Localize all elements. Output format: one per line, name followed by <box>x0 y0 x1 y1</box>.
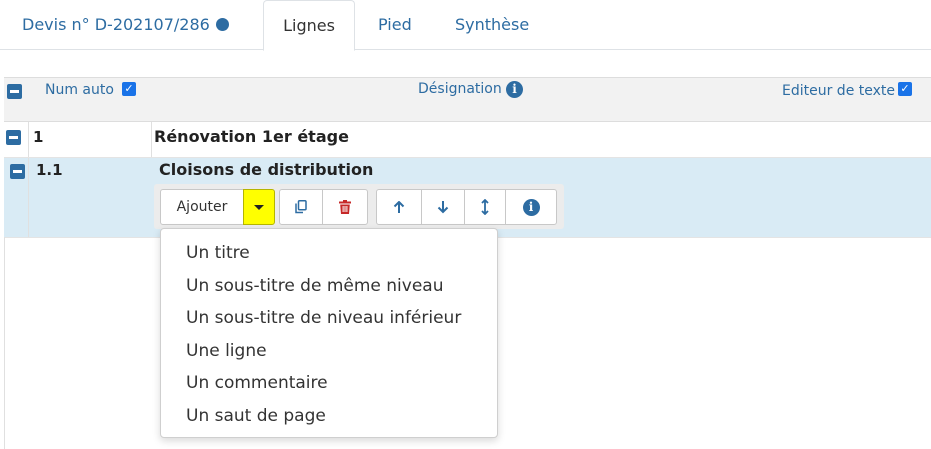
table-row[interactable]: 1 Rénovation 1er étage <box>4 122 931 158</box>
tab-lignes[interactable]: Lignes <box>263 0 355 51</box>
move-button[interactable] <box>464 189 506 225</box>
status-dot-icon <box>215 18 229 31</box>
menu-item-saut-de-page[interactable]: Un saut de page <box>161 400 497 433</box>
info-button[interactable]: i <box>505 189 557 225</box>
row-toolbar: Ajouter i <box>154 184 564 229</box>
row-number: 1.1 <box>36 161 63 179</box>
copy-button[interactable] <box>279 189 323 225</box>
table-row[interactable]: 1.1 Cloisons de distribution Ajouter i <box>4 158 931 238</box>
row-title: Rénovation 1er étage <box>154 127 349 146</box>
move-down-button[interactable] <box>421 189 465 225</box>
cell-divider <box>151 122 152 157</box>
info-icon: i <box>522 198 540 216</box>
table-left-border <box>4 237 5 449</box>
editeur-texte-checkbox[interactable]: ✓ <box>898 82 912 96</box>
tab-synthese[interactable]: Synthèse <box>455 0 529 50</box>
arrows-updown-icon <box>481 198 489 216</box>
row-title: Cloisons de distribution <box>159 160 374 179</box>
menu-item-ligne[interactable]: Une ligne <box>161 335 497 368</box>
delete-button[interactable] <box>322 189 368 225</box>
num-auto-checkbox[interactable]: ✓ <box>122 82 136 96</box>
num-auto-label: Num auto <box>45 82 114 98</box>
cell-divider <box>28 122 29 157</box>
editeur-texte-label: Editeur de texte <box>782 83 895 99</box>
menu-item-sous-titre-meme-niveau[interactable]: Un sous-titre de même niveau <box>161 270 497 303</box>
tab-devis[interactable]: Devis n° D-202107/286 <box>22 0 229 50</box>
caret-down-icon <box>254 204 264 210</box>
row-number: 1 <box>33 128 44 146</box>
collapse-row-icon[interactable] <box>6 130 21 145</box>
arrow-up-icon <box>393 200 405 213</box>
collapse-all-icon[interactable] <box>7 84 22 99</box>
collapse-row-icon[interactable] <box>10 164 25 179</box>
copy-icon <box>295 200 307 214</box>
tab-devis-label: Devis n° D-202107/286 <box>22 15 210 34</box>
ajouter-dropdown-toggle[interactable] <box>243 189 275 225</box>
designation-info-icon[interactable]: i <box>506 81 523 98</box>
cell-divider <box>28 158 29 237</box>
lines-table: Num auto ✓ Désignation i Editeur de text… <box>4 77 931 238</box>
trash-icon <box>339 200 351 214</box>
ajouter-button[interactable]: Ajouter <box>160 189 244 225</box>
ajouter-dropdown-menu: Un titre Un sous-titre de même niveau Un… <box>160 228 498 438</box>
move-up-button[interactable] <box>376 189 422 225</box>
table-header: Num auto ✓ Désignation i Editeur de text… <box>4 77 931 122</box>
tab-bar: Devis n° D-202107/286 Lignes Pied Synthè… <box>0 0 931 51</box>
menu-item-commentaire[interactable]: Un commentaire <box>161 367 497 400</box>
tab-pied[interactable]: Pied <box>378 0 412 50</box>
designation-header: Désignation <box>418 81 502 97</box>
arrow-down-icon <box>437 200 449 213</box>
menu-item-sous-titre-niveau-inferieur[interactable]: Un sous-titre de niveau inférieur <box>161 302 497 335</box>
menu-item-titre[interactable]: Un titre <box>161 237 497 270</box>
